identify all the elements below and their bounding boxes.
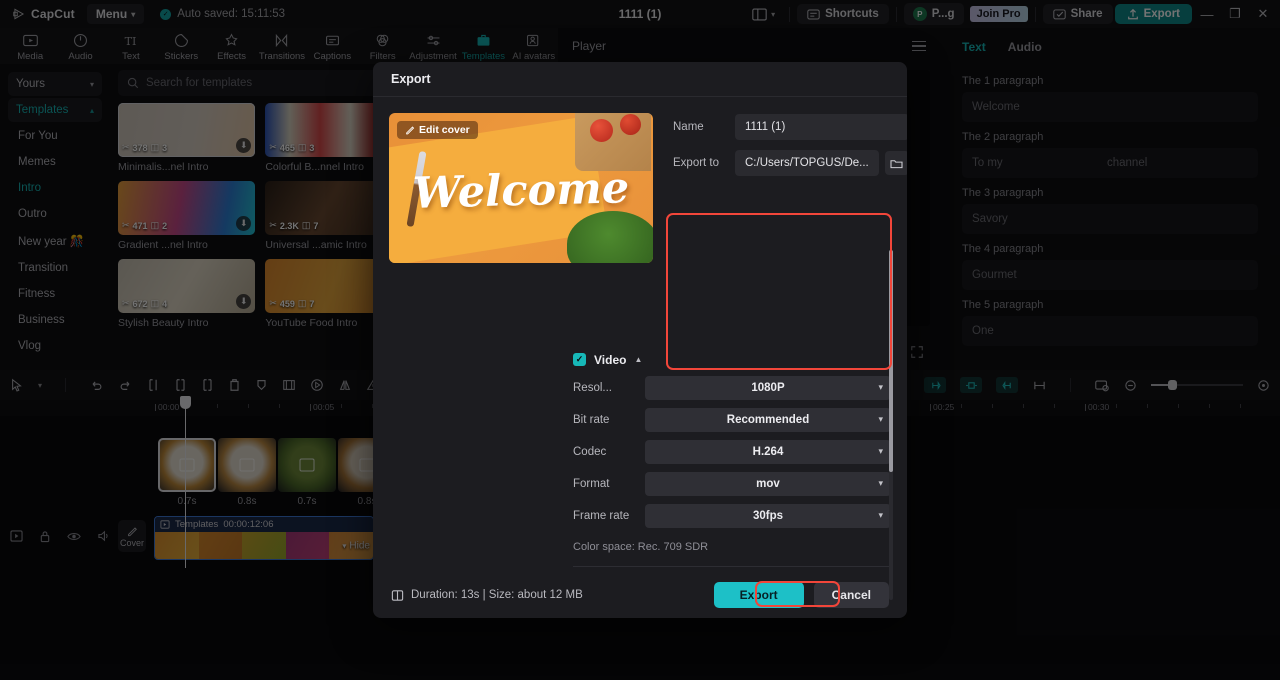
resolution-select[interactable]: 1080P ▾ (645, 375, 891, 400)
pencil-icon (406, 126, 415, 135)
capcut-window: CapCut Menu ▾ ✓ Auto saved: 15:11:53 111… (0, 0, 1280, 680)
chevron-down-icon: ▾ (878, 382, 883, 392)
chevron-up-icon[interactable]: ▲ (634, 355, 642, 364)
export-dialog: Export Welcome Edit cover Name 1111 (1) … (373, 62, 907, 618)
export-path-value: C:/Users/TOPGUS/De... (745, 157, 869, 169)
export-form: Name 1111 (1) Export to C:/Users/TOPGUS/… (653, 113, 907, 343)
framerate-row: Frame rate 30fps ▾ (573, 503, 891, 529)
name-row: Name 1111 (1) (673, 113, 907, 141)
codec-label: Codec (573, 445, 607, 458)
edit-cover-label: Edit cover (419, 124, 470, 136)
framerate-select[interactable]: 30fps ▾ (645, 503, 891, 528)
resolution-row: Resol... 1080P ▾ (573, 375, 891, 401)
divider (573, 565, 891, 567)
tomato-icon (620, 114, 641, 135)
color-space-label: Color space: Rec. 709 SDR (573, 540, 709, 553)
codec-row: Codec H.264 ▾ (573, 439, 891, 465)
bitrate-value: Recommended (726, 413, 810, 426)
export-path-input[interactable]: C:/Users/TOPGUS/De... (735, 150, 879, 176)
video-checkbox[interactable]: ✓ (573, 353, 586, 366)
export-to-row: Export to C:/Users/TOPGUS/De... (673, 149, 907, 177)
tomato-icon (590, 119, 613, 142)
codec-select[interactable]: H.264 ▾ (645, 439, 891, 464)
chevron-down-icon: ▾ (878, 478, 883, 488)
resolution-value: 1080P (751, 381, 785, 394)
dialog-scrollbar-thumb[interactable] (889, 250, 893, 472)
codec-value: H.264 (752, 445, 784, 458)
video-section-header[interactable]: ✓ Video ▲ (573, 353, 891, 367)
name-value: 1111 (1) (745, 121, 786, 133)
dialog-title: Export (391, 72, 431, 86)
resolution-label: Resol... (573, 381, 612, 394)
dialog-footer: Duration: 13s | Size: about 12 MB Export… (373, 572, 907, 618)
format-label: Format (573, 477, 610, 490)
chevron-down-icon: ▾ (878, 446, 883, 456)
duration-info: Duration: 13s | Size: about 12 MB (391, 589, 583, 602)
chevron-down-icon: ▾ (878, 510, 883, 520)
folder-icon (890, 159, 903, 168)
name-label: Name (673, 121, 704, 133)
duration-text: Duration: 13s | Size: about 12 MB (411, 589, 583, 601)
name-input[interactable]: 1111 (1) (735, 114, 907, 140)
settings-region: ✓ Video ▲ Resol... 1080P ▾ Bit rate Reco… (373, 343, 907, 573)
chevron-down-icon: ▾ (878, 414, 883, 424)
format-value: mov (756, 477, 780, 490)
framerate-value: 30fps (752, 509, 784, 522)
browse-folder-button[interactable] (884, 151, 907, 175)
export-confirm-button[interactable]: Export (713, 582, 804, 608)
video-section-label: Video (594, 352, 627, 367)
format-row: Format mov ▾ (573, 471, 891, 497)
bitrate-select[interactable]: Recommended ▾ (645, 407, 891, 432)
bitrate-label: Bit rate (573, 413, 610, 426)
file-info-icon (391, 589, 404, 601)
bitrate-row: Bit rate Recommended ▾ (573, 407, 891, 433)
format-select[interactable]: mov ▾ (645, 471, 891, 496)
edit-cover-button[interactable]: Edit cover (397, 121, 478, 139)
cover-preview: Welcome Edit cover (389, 113, 653, 263)
export-to-label: Export to (673, 157, 720, 169)
dialog-body: Welcome Edit cover Name 1111 (1) Export … (373, 97, 907, 343)
cancel-button[interactable]: Cancel (813, 582, 889, 608)
cover-text: Welcome (412, 163, 630, 219)
framerate-label: Frame rate (573, 509, 630, 522)
